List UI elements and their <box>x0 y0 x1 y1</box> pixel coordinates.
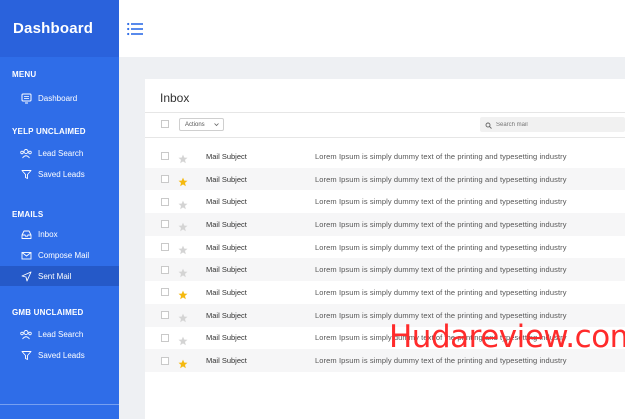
mail-preview: Lorem Ipsum is simply dummy text of the … <box>315 356 567 366</box>
section-title-menu: MENU <box>12 70 37 79</box>
star-icon[interactable] <box>178 265 188 277</box>
star-icon[interactable] <box>178 310 188 323</box>
sidebar-item-label: Compose Mail <box>38 250 90 260</box>
mail-subject: Mail Subject <box>206 356 247 366</box>
sidebar-item-label: Lead Search <box>38 329 84 339</box>
inbox-panel: Inbox Actions Mail Subject Lorem Ipsum is… <box>145 79 625 419</box>
star-icon[interactable] <box>178 242 188 255</box>
mail-subject: Mail Subject <box>206 310 247 320</box>
top-bar <box>119 0 625 57</box>
inbox-icon <box>20 228 32 240</box>
row-checkbox[interactable] <box>161 311 169 320</box>
row-checkbox[interactable] <box>161 333 169 342</box>
mail-subject: Mail Subject <box>206 287 247 297</box>
table-row[interactable]: Mail Subject Lorem Ipsum is simply dummy … <box>145 236 625 259</box>
row-checkbox[interactable] <box>161 356 169 365</box>
hamburger-menu-icon[interactable] <box>127 22 143 36</box>
select-all-checkbox[interactable] <box>161 120 169 128</box>
filter-icon <box>20 168 32 180</box>
sidebar-item-yelp-saved-leads[interactable]: Saved Leads <box>0 164 119 184</box>
mail-subject: Mail Subject <box>206 242 247 252</box>
mail-preview: Lorem Ipsum is simply dummy text of the … <box>315 151 567 161</box>
row-checkbox[interactable] <box>161 197 169 206</box>
star-icon[interactable] <box>178 197 188 209</box>
sidebar-item-compose-mail[interactable]: Compose Mail <box>0 245 119 265</box>
search-input[interactable] <box>496 121 616 128</box>
chevron-down-icon <box>214 122 219 127</box>
mail-subject: Mail Subject <box>206 333 247 343</box>
star-icon[interactable] <box>178 174 188 187</box>
mail-subject: Mail Subject <box>206 219 247 229</box>
section-title-emails: EMAILS <box>12 210 44 219</box>
send-icon <box>20 270 32 282</box>
star-icon[interactable] <box>178 356 188 368</box>
table-row[interactable]: Mail Subject Lorem Ipsum is simply dummy … <box>145 213 625 236</box>
divider <box>145 112 625 113</box>
search-box <box>480 117 625 132</box>
search-icon <box>485 116 492 134</box>
table-row[interactable]: Mail Subject Lorem Ipsum is simply dummy … <box>145 281 625 304</box>
sidebar-item-inbox[interactable]: Inbox <box>0 224 119 244</box>
row-checkbox[interactable] <box>161 243 169 252</box>
sidebar-item-label: Lead Search <box>38 148 84 158</box>
mail-icon <box>20 249 32 261</box>
section-title-yelp: YELP UNCLAIMED <box>12 127 86 136</box>
sidebar-item-label: Inbox <box>38 229 58 239</box>
mail-preview: Lorem Ipsum is simply dummy text of the … <box>315 265 567 275</box>
divider <box>145 137 625 138</box>
actions-dropdown[interactable]: Actions <box>179 118 224 131</box>
mail-preview: Lorem Ipsum is simply dummy text of the … <box>315 197 567 207</box>
sidebar-item-label: Dashboard <box>38 93 78 103</box>
sidebar-item-yelp-lead-search[interactable]: Lead Search <box>0 143 119 163</box>
star-icon[interactable] <box>178 151 188 164</box>
sidebar: Dashboard MENU Dashboard YELP UNCLAIMED … <box>0 0 119 419</box>
mail-preview: Lorem Ipsum is simply dummy text of the … <box>315 287 567 297</box>
actions-label: Actions <box>185 121 205 128</box>
sidebar-item-label: Sent Mail <box>38 271 72 281</box>
sidebar-item-gmb-saved-leads[interactable]: Saved Leads <box>0 345 119 365</box>
row-checkbox[interactable] <box>161 288 169 297</box>
row-checkbox[interactable] <box>161 265 169 274</box>
row-checkbox[interactable] <box>161 220 169 229</box>
sidebar-item-label: Saved Leads <box>38 350 85 360</box>
star-icon[interactable] <box>178 219 188 232</box>
star-icon[interactable] <box>178 333 188 346</box>
section-title-gmb: GMB UNCLAIMED <box>12 308 84 317</box>
sidebar-item-gmb-lead-search[interactable]: Lead Search <box>0 324 119 344</box>
mail-subject: Mail Subject <box>206 265 247 275</box>
filter-icon <box>20 349 32 361</box>
table-row[interactable]: Mail Subject Lorem Ipsum is simply dummy … <box>145 145 625 168</box>
watermark: Hudareview.com <box>389 319 625 355</box>
table-row[interactable]: Mail Subject Lorem Ipsum is simply dummy … <box>145 190 625 213</box>
star-icon[interactable] <box>178 287 188 300</box>
mail-preview: Lorem Ipsum is simply dummy text of the … <box>315 242 567 252</box>
users-icon <box>20 328 32 340</box>
dashboard-icon <box>20 92 32 104</box>
row-checkbox[interactable] <box>161 152 169 161</box>
mail-preview: Lorem Ipsum is simply dummy text of the … <box>315 174 567 184</box>
mail-subject: Mail Subject <box>206 197 247 207</box>
table-row[interactable]: Mail Subject Lorem Ipsum is simply dummy … <box>145 258 625 282</box>
brand-title[interactable]: Dashboard <box>0 0 119 57</box>
sidebar-item-label: Saved Leads <box>38 169 85 179</box>
page-title: Inbox <box>160 91 190 105</box>
mail-subject: Mail Subject <box>206 174 247 184</box>
sidebar-item-dashboard[interactable]: Dashboard <box>0 88 119 108</box>
sidebar-divider <box>0 404 119 405</box>
table-row[interactable]: Mail Subject Lorem Ipsum is simply dummy … <box>145 167 625 191</box>
users-icon <box>20 147 32 159</box>
row-checkbox[interactable] <box>161 175 169 184</box>
mail-preview: Lorem Ipsum is simply dummy text of the … <box>315 219 567 229</box>
mail-subject: Mail Subject <box>206 151 247 161</box>
sidebar-item-sent-mail[interactable]: Sent Mail <box>0 266 119 286</box>
